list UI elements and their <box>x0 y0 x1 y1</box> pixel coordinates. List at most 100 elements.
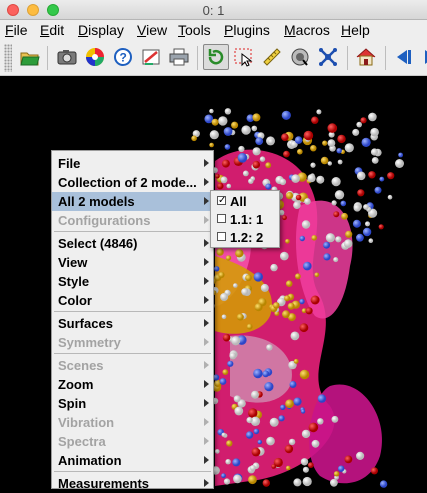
atom <box>215 173 220 179</box>
atom <box>231 121 239 129</box>
menu-file[interactable]: File <box>5 22 28 38</box>
chevron-right-icon <box>204 159 209 167</box>
atom <box>294 136 303 144</box>
atom <box>311 235 318 241</box>
atom <box>302 466 309 473</box>
camera-icon[interactable] <box>54 44 80 70</box>
menu-item-measurements[interactable]: Measurements <box>52 474 213 493</box>
atom <box>235 249 244 258</box>
menu-item-file[interactable]: File <box>52 154 213 173</box>
rotate-icon[interactable] <box>203 44 229 70</box>
print-icon[interactable] <box>166 44 192 70</box>
atom <box>293 201 301 209</box>
atom <box>209 108 214 114</box>
color-wheel-icon[interactable] <box>82 44 108 70</box>
menu-plugins[interactable]: Plugins <box>224 22 270 38</box>
atom <box>357 189 365 197</box>
submenu-item-model-2[interactable]: 1.2: 2 <box>211 228 279 246</box>
menu-item-style[interactable]: Style <box>52 272 213 291</box>
menu-item-view[interactable]: View <box>52 253 213 272</box>
menu-macros[interactable]: Macros <box>284 22 330 38</box>
submenu-item-all[interactable]: ✓ All <box>211 192 279 210</box>
navigate-icon[interactable] <box>287 44 313 70</box>
atom <box>278 415 285 422</box>
menu-edit[interactable]: Edit <box>40 22 64 38</box>
atom <box>224 144 231 150</box>
atom <box>316 109 322 115</box>
menu-item-animation[interactable]: Animation <box>52 451 213 470</box>
atom <box>310 295 320 305</box>
atom <box>264 382 274 392</box>
atom <box>299 298 305 305</box>
home-icon[interactable] <box>353 44 379 70</box>
atom <box>227 360 234 367</box>
menu-view[interactable]: View <box>137 22 167 38</box>
atom <box>352 219 361 228</box>
atom <box>271 464 277 469</box>
chevron-right-icon <box>204 338 209 346</box>
atom <box>356 171 366 181</box>
atom <box>222 333 231 342</box>
atom <box>273 302 280 309</box>
atom <box>300 458 309 466</box>
checkbox-icon[interactable] <box>217 214 226 223</box>
atom <box>387 194 393 200</box>
checkbox-checked-icon[interactable]: ✓ <box>217 196 226 206</box>
atom <box>221 314 227 320</box>
atom <box>291 174 300 183</box>
atom <box>310 145 317 152</box>
svg-text:?: ? <box>120 51 127 65</box>
chevron-right-icon <box>204 479 209 487</box>
toolbar-grip[interactable] <box>4 44 12 72</box>
menu-help[interactable]: Help <box>341 22 370 38</box>
menu-item-surfaces[interactable]: Surfaces <box>52 314 213 333</box>
menu-item-spin[interactable]: Spin <box>52 394 213 413</box>
pick-icon[interactable] <box>315 44 341 70</box>
atom <box>371 157 379 164</box>
atom <box>265 183 272 190</box>
chevron-right-icon <box>204 239 209 247</box>
atom <box>223 478 231 485</box>
atom <box>215 449 220 454</box>
atom <box>220 293 229 301</box>
atom <box>368 171 376 179</box>
atom <box>285 192 294 200</box>
atom <box>322 140 328 146</box>
atom <box>259 156 266 162</box>
atom <box>246 323 253 330</box>
menu-item-color[interactable]: Color <box>52 291 213 310</box>
atom <box>317 418 324 425</box>
open-icon[interactable] <box>17 44 43 70</box>
atom <box>320 156 329 165</box>
atom <box>341 212 348 220</box>
atom <box>262 479 270 487</box>
menu-item-all-models[interactable]: All 2 models <box>52 192 213 211</box>
select-icon[interactable] <box>231 44 257 70</box>
atom <box>233 474 242 484</box>
atom <box>293 397 302 406</box>
atom <box>344 143 354 153</box>
menu-item-zoom[interactable]: Zoom <box>52 375 213 394</box>
forward-icon[interactable] <box>419 44 427 70</box>
menu-display[interactable]: Display <box>78 22 124 38</box>
checkbox-icon[interactable] <box>217 232 226 241</box>
menu-item-select[interactable]: Select (4846) <box>52 234 213 253</box>
help-icon[interactable]: ? <box>110 44 136 70</box>
atom <box>299 369 310 380</box>
chevron-right-icon <box>204 296 209 304</box>
chevron-right-icon <box>204 319 209 327</box>
atom <box>226 440 233 447</box>
chevron-right-icon <box>204 277 209 285</box>
menu-tools[interactable]: Tools <box>178 22 211 38</box>
atom <box>293 478 302 487</box>
edit-icon[interactable] <box>138 44 164 70</box>
atom <box>270 263 278 272</box>
chevron-right-icon <box>204 399 209 407</box>
menu-item-collection[interactable]: Collection of 2 mode... <box>52 173 213 192</box>
submenu-item-model-1[interactable]: 1.1: 1 <box>211 210 279 228</box>
atom <box>363 204 369 210</box>
atom <box>280 251 289 261</box>
atom <box>360 117 367 124</box>
ruler-icon[interactable] <box>259 44 285 70</box>
back-icon[interactable] <box>391 44 417 70</box>
